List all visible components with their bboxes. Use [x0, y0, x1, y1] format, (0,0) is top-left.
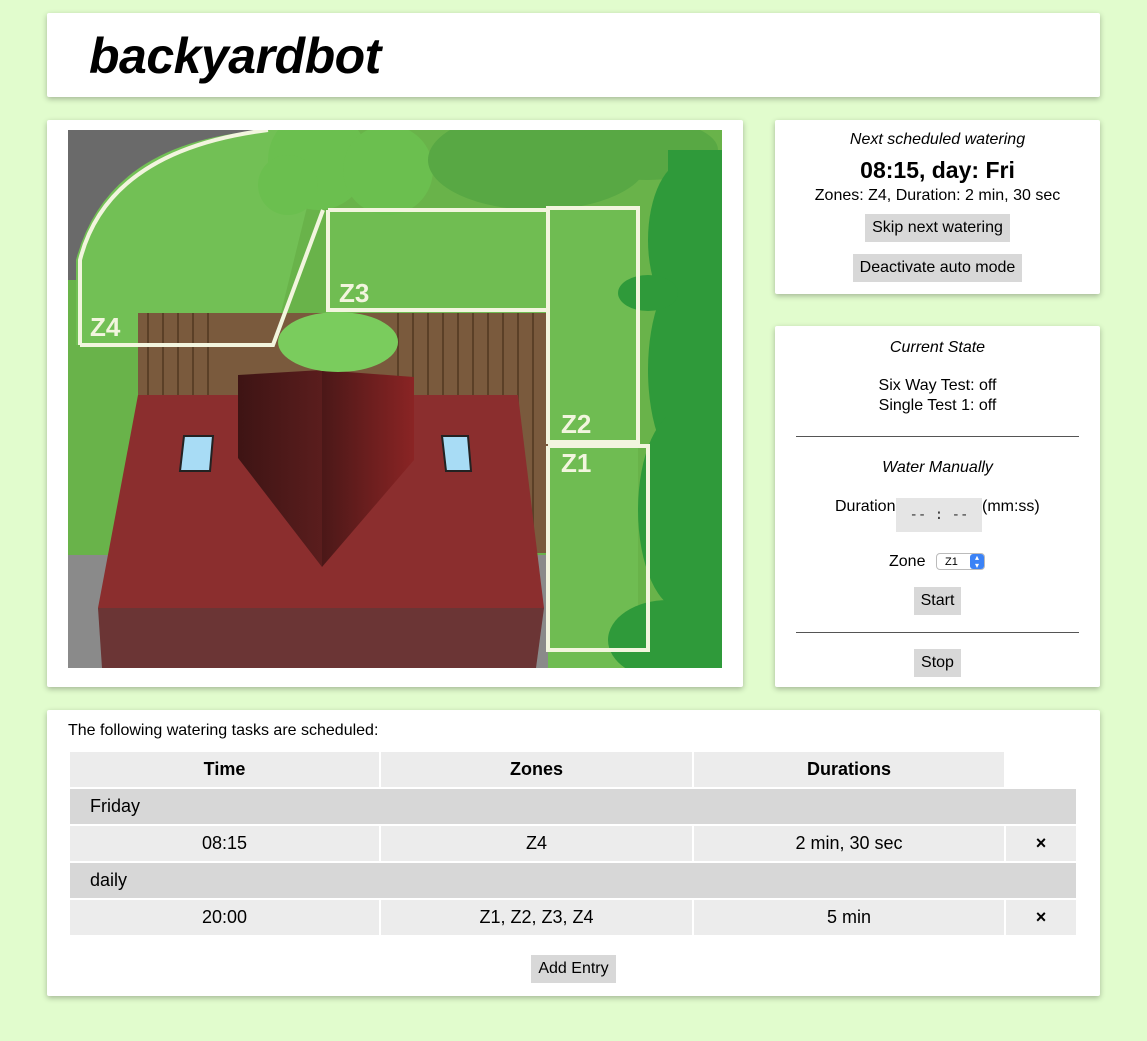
add-entry-button[interactable]: Add Entry — [531, 955, 616, 983]
current-state-card: Current State Six Way Test: off Single T… — [775, 326, 1100, 687]
divider — [796, 436, 1079, 437]
stop-button[interactable]: Stop — [914, 649, 961, 677]
task-duration: 5 min — [694, 900, 1004, 935]
zone-label-z3: Z3 — [339, 278, 369, 308]
tasks-table: Time Zones Durations Friday 08:15 Z4 2 m… — [68, 750, 1078, 937]
task-duration: 2 min, 30 sec — [694, 826, 1004, 861]
delete-task-button[interactable]: × — [1006, 826, 1076, 861]
house-wall — [98, 608, 544, 668]
yard-map: Z4 Z3 Z2 Z1 — [68, 130, 722, 668]
duration-input[interactable]: -- : -- — [896, 498, 982, 532]
task-zones: Z4 — [381, 826, 692, 861]
app-title: backyardbot — [89, 28, 381, 84]
water-manually-heading: Water Manually — [882, 459, 993, 476]
tasks-intro: The following watering tasks are schedul… — [68, 722, 379, 739]
next-watering-card: Next scheduled watering 08:15, day: Fri … — [775, 120, 1100, 294]
day-label: daily — [70, 863, 1076, 898]
yard-map-card: Z4 Z3 Z2 Z1 — [47, 120, 743, 687]
current-state-heading: Current State — [889, 339, 986, 356]
task-time: 08:15 — [70, 826, 379, 861]
duration-unit: (mm:ss) — [982, 498, 1040, 515]
task-zones: Z1, Z2, Z3, Z4 — [381, 900, 692, 935]
day-label: Friday — [70, 789, 1076, 824]
bush-center — [278, 312, 398, 372]
delete-task-button[interactable]: × — [1006, 900, 1076, 935]
state-item: Single Test 1: off — [878, 397, 997, 414]
scheduled-tasks-card: The following watering tasks are schedul… — [47, 710, 1100, 996]
divider — [796, 632, 1079, 633]
skip-next-watering-button[interactable]: Skip next watering — [865, 214, 1010, 242]
duration-label: Duration — [835, 498, 896, 515]
state-item: Six Way Test: off — [878, 377, 997, 394]
app-header: backyardbot — [47, 13, 1100, 97]
table-header-row: Time Zones Durations — [70, 752, 1076, 787]
column-header-zones: Zones — [381, 752, 692, 787]
start-button[interactable]: Start — [913, 587, 962, 615]
next-watering-details: Zones: Z4, Duration: 2 min, 30 sec — [814, 187, 1061, 204]
zone-label-z4: Z4 — [90, 312, 121, 342]
day-group-row: Friday — [70, 789, 1076, 824]
zone-label-z2: Z2 — [561, 409, 591, 439]
skylight-left — [178, 435, 215, 472]
zone-label: Zone — [889, 553, 926, 570]
select-arrows-icon: ▴ ▾ — [970, 554, 984, 570]
next-watering-heading: Next scheduled watering — [849, 131, 1026, 148]
task-time: 20:00 — [70, 900, 379, 935]
deactivate-auto-mode-button[interactable]: Deactivate auto mode — [852, 254, 1023, 282]
next-watering-time: 08:15, day: Fri — [860, 157, 1015, 183]
skylight-right — [440, 435, 473, 472]
zone-select-value: Z1 — [945, 556, 958, 568]
column-header-durations: Durations — [694, 752, 1004, 787]
table-row: 20:00 Z1, Z2, Z3, Z4 5 min × — [70, 900, 1076, 935]
column-header-time: Time — [70, 752, 379, 787]
zone-label-z1: Z1 — [561, 448, 591, 478]
table-row: 08:15 Z4 2 min, 30 sec × — [70, 826, 1076, 861]
day-group-row: daily — [70, 863, 1076, 898]
zone-select[interactable]: Z1 ▴ ▾ — [936, 553, 985, 570]
